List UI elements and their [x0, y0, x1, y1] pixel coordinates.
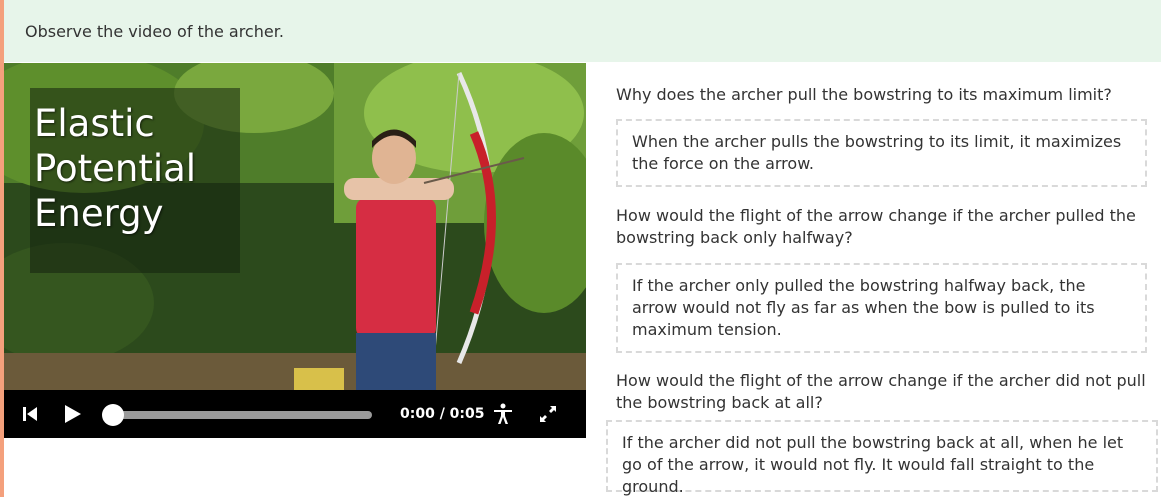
- instruction-text: Observe the video of the archer.: [25, 22, 284, 41]
- instruction-header: Observe the video of the archer.: [4, 0, 1161, 62]
- fullscreen-icon[interactable]: [539, 405, 557, 423]
- skip-back-icon[interactable]: [22, 406, 38, 422]
- answer-box-1: When the archer pulls the bowstring to i…: [616, 119, 1147, 187]
- time-display: 0:00 / 0:05: [400, 406, 485, 422]
- video-controls: 0:00 / 0:05: [4, 390, 586, 438]
- answer-text-2: If the archer only pulled the bowstring …: [632, 276, 1095, 339]
- answer-text-3: If the archer did not pull the bowstring…: [622, 433, 1124, 496]
- progress-track[interactable]: [112, 411, 372, 419]
- answer-text-1: When the archer pulls the bowstring to i…: [632, 132, 1122, 173]
- video-title-line-3: Energy: [34, 192, 164, 235]
- play-icon[interactable]: [64, 404, 82, 424]
- video-title-line-2: Potential: [34, 147, 197, 190]
- answer-box-3: If the archer did not pull the bowstring…: [606, 420, 1158, 496]
- question-2: How would the flight of the arrow change…: [616, 206, 1136, 247]
- video-player[interactable]: Elastic Potential Energy 0:00 / 0:05: [4, 63, 586, 438]
- accessibility-icon[interactable]: [493, 403, 513, 425]
- question-1: Why does the archer pull the bowstring t…: [616, 85, 1112, 104]
- answer-box-2: If the archer only pulled the bowstring …: [616, 263, 1147, 353]
- video-title-line-1: Elastic: [34, 102, 155, 145]
- question-3: How would the flight of the arrow change…: [616, 371, 1146, 412]
- progress-knob[interactable]: [102, 404, 124, 426]
